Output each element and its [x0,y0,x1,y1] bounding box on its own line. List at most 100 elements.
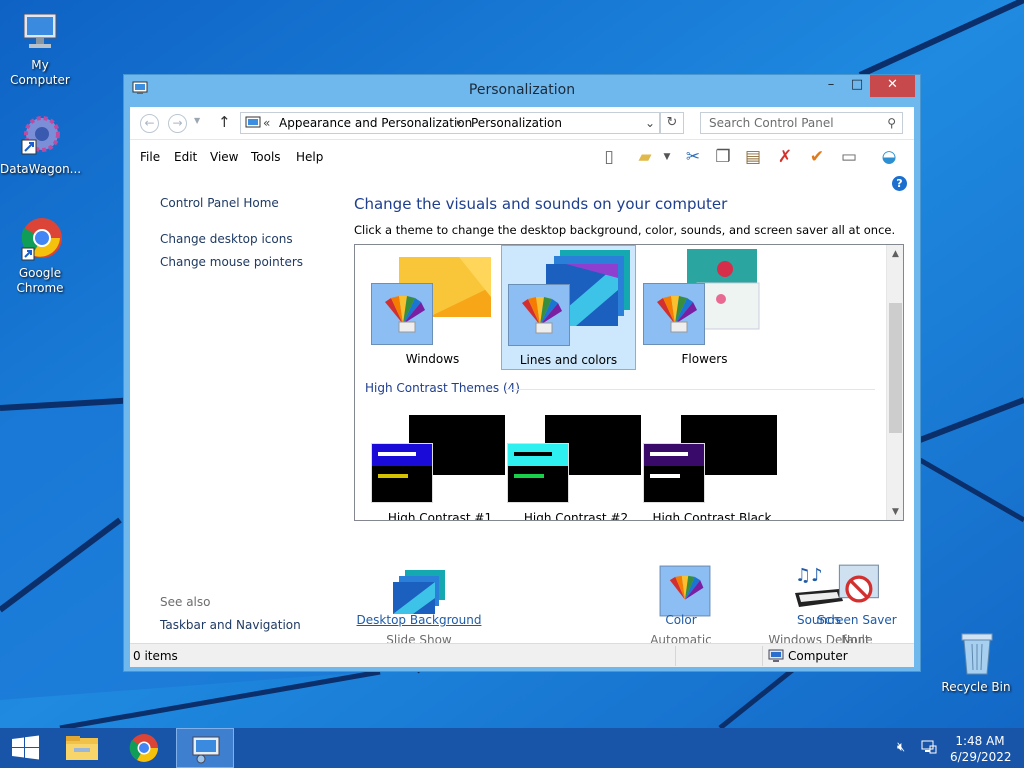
clock-date: 6/29/2022 [950,750,1012,764]
desktop-icon-label: My Computer [10,58,70,87]
theme-windows[interactable]: Windows [365,245,500,370]
up-arrow-icon[interactable]: ↑ [218,113,231,131]
desktop-icon-label: DataWagon... [0,162,82,176]
status-divider [762,646,763,666]
taskbar-chrome[interactable] [116,728,172,768]
desktop-icon-recycle-bin[interactable]: Recycle Bin [936,630,1016,695]
change-desktop-icons-link[interactable]: Change desktop icons [160,232,293,246]
window-title: Personalization [468,82,576,98]
status-bar: 0 items Computer [130,643,914,667]
gear-icon [16,112,64,160]
theme-high-contrast-2[interactable]: High Contrast #2 [501,415,641,520]
high-contrast-heading: High Contrast Themes (4) [365,381,520,395]
section-divider [505,389,875,390]
status-divider [675,646,676,666]
minimize-button[interactable]: – [818,75,844,97]
theme-label: High Contrast #1 [387,511,493,521]
menu-file[interactable]: File [140,150,160,164]
address-bar[interactable]: « Appearance and Personalization ▸ Perso… [240,112,660,134]
desktop-icon-datawagon[interactable]: DataWagon... [0,112,82,177]
color-palette-icon [508,284,570,346]
title-bar[interactable]: Personalization – □ ✕ [124,75,920,105]
desktop-icon-my-computer[interactable]: My Computer [0,8,80,88]
system-clock[interactable]: 1:48 AM 6/29/2022 [950,733,1012,765]
search-placeholder: Search Control Panel [709,116,834,130]
chrome-icon [129,734,158,762]
control-panel-home-link[interactable]: Control Panel Home [160,196,279,210]
color-palette-icon [659,565,711,617]
search-input[interactable]: Search Control Panel ⚲ [700,112,903,134]
folder-icon[interactable]: ▰ [634,146,656,168]
dropdown-arrow-icon[interactable]: ▼ [656,146,678,168]
close-button[interactable]: ✕ [870,75,915,97]
volume-muted-icon[interactable]: 🔇︎ [897,740,905,755]
scroll-thumb[interactable] [889,303,902,433]
taskbar-control-panel-active[interactable] [176,728,234,768]
computer-icon [16,8,64,56]
back-button[interactable]: ← [140,114,159,133]
scroll-down-arrow-icon[interactable]: ▼ [887,507,903,517]
change-mouse-pointers-link[interactable]: Change mouse pointers [160,255,303,269]
shell-icon[interactable]: ◒ [878,146,900,168]
breadcrumb-personalization[interactable]: Personalization [471,113,562,133]
control-panel-icon [192,736,220,764]
menu-help[interactable]: Help [296,150,323,164]
page-title: Change the visuals and sounds on your co… [354,195,728,213]
hc-preview-dialog [371,443,433,503]
screen-saver-icon [838,564,879,603]
delete-icon[interactable]: ✗ [774,146,796,168]
desktop-background-icon [393,570,445,614]
option-title[interactable]: Color [616,613,746,627]
network-icon[interactable] [921,739,937,754]
color-palette-icon [643,283,705,345]
address-dropdown-icon[interactable]: ⌄ [645,113,655,133]
properties-icon[interactable]: ▭ [838,146,860,168]
option-title[interactable]: Desktop Background [354,613,484,627]
refresh-button[interactable]: ↻ [660,112,684,134]
start-button[interactable] [0,728,56,768]
taskbar-navigation-link[interactable]: Taskbar and Navigation [160,618,301,632]
theme-high-contrast-1[interactable]: High Contrast #1 [365,415,505,520]
hc-preview-dialog [643,443,705,503]
breadcrumb-separator-icon[interactable]: ▸ [457,113,462,133]
help-icon[interactable]: ? [892,176,907,191]
paste-icon[interactable]: ▤ [742,146,764,168]
desktop-icon-label: Google Chrome [16,266,64,295]
option-title[interactable]: Screen Saver [792,613,922,627]
desktop-icon-chrome[interactable]: Google Chrome [0,216,80,296]
scroll-up-arrow-icon[interactable]: ▲ [887,249,903,259]
computer-small-icon [768,649,784,666]
theme-list-scrollbar[interactable]: ▲ ▼ [886,245,903,520]
menu-view[interactable]: View [210,150,238,164]
menu-tools[interactable]: Tools [251,150,281,164]
address-chevrons: « [263,116,271,130]
theme-label: High Contrast #2 [523,511,629,521]
forward-button[interactable]: → [168,114,187,133]
recycle-bin-icon [952,630,1000,678]
layout-pane-icon[interactable]: ▯ [598,146,620,168]
control-panel-small-icon [245,116,261,136]
menu-toolbar-row: File Edit View Tools Help ▯ ▰ ▼ ✂ ❐ ▤ ✗ … [130,139,914,173]
hc-preview-dialog [507,443,569,503]
theme-label: Windows [405,352,460,366]
recent-pages-chevron-icon[interactable]: ▼ [194,116,200,125]
theme-lines-and-colors[interactable]: Lines and colors [501,245,636,370]
status-location: Computer [788,649,848,663]
menu-edit[interactable]: Edit [174,150,197,164]
chrome-icon [16,216,64,264]
clock-time: 1:48 AM [955,734,1005,748]
maximize-button[interactable]: □ [844,75,870,97]
checkmark-icon[interactable]: ✔ [806,146,828,168]
taskbar: 🔇︎ 1:48 AM 6/29/2022 [0,728,1024,768]
content-area: ? Control Panel Home Change desktop icon… [130,173,914,647]
copy-icon[interactable]: ❐ [712,146,734,168]
theme-list: Windows Lines and colors Flowers High Co… [354,244,904,521]
taskbar-file-explorer[interactable] [54,728,110,768]
page-subtitle: Click a theme to change the desktop back… [354,223,896,237]
breadcrumb-appearance[interactable]: Appearance and Personalization [279,113,472,133]
theme-high-contrast-black[interactable]: High Contrast Black [637,415,777,520]
color-palette-icon [371,283,433,345]
search-icon[interactable]: ⚲ [887,113,896,133]
cut-icon[interactable]: ✂ [682,146,704,168]
theme-flowers[interactable]: Flowers [637,245,772,370]
